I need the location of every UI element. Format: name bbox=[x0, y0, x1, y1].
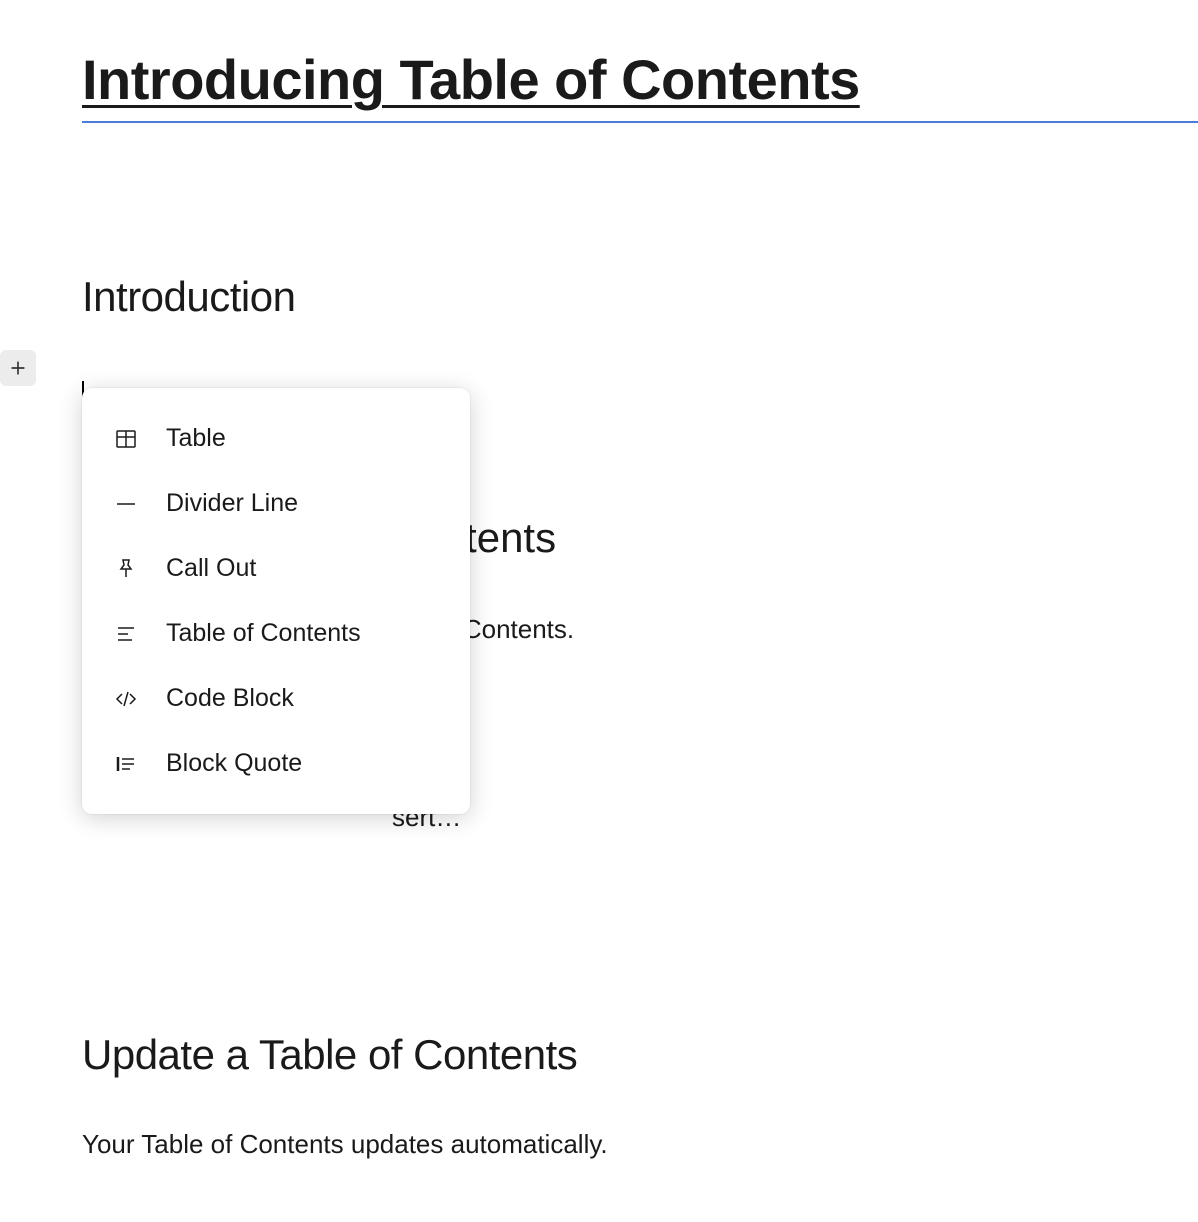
menu-item-table[interactable]: Table bbox=[82, 406, 470, 471]
menu-item-callout[interactable]: Call Out bbox=[82, 536, 470, 601]
section-heading-update[interactable]: Update a Table of Contents bbox=[82, 1031, 1198, 1079]
pin-icon bbox=[114, 557, 138, 581]
menu-label: Call Out bbox=[166, 554, 256, 583]
code-icon bbox=[114, 687, 138, 711]
menu-label: Code Block bbox=[166, 684, 294, 713]
divider-icon bbox=[114, 492, 138, 516]
menu-item-toc[interactable]: Table of Contents bbox=[82, 601, 470, 666]
table-icon bbox=[114, 427, 138, 451]
menu-label: Block Quote bbox=[166, 749, 302, 778]
page-title[interactable]: Introducing Table of Contents bbox=[82, 46, 1198, 123]
menu-item-blockquote[interactable]: Block Quote bbox=[82, 731, 470, 796]
quote-icon bbox=[114, 752, 138, 776]
menu-item-divider[interactable]: Divider Line bbox=[82, 471, 470, 536]
menu-label: Table bbox=[166, 424, 226, 453]
menu-label: Divider Line bbox=[166, 489, 298, 518]
body-text-update[interactable]: Your Table of Contents updates automatic… bbox=[82, 1129, 1198, 1160]
insert-menu: Table Divider Line Call Out Table of Con… bbox=[82, 388, 470, 814]
toc-icon bbox=[114, 622, 138, 646]
section-heading-introduction[interactable]: Introduction bbox=[82, 273, 1198, 321]
menu-label: Table of Contents bbox=[166, 619, 361, 648]
menu-item-code[interactable]: Code Block bbox=[82, 666, 470, 731]
